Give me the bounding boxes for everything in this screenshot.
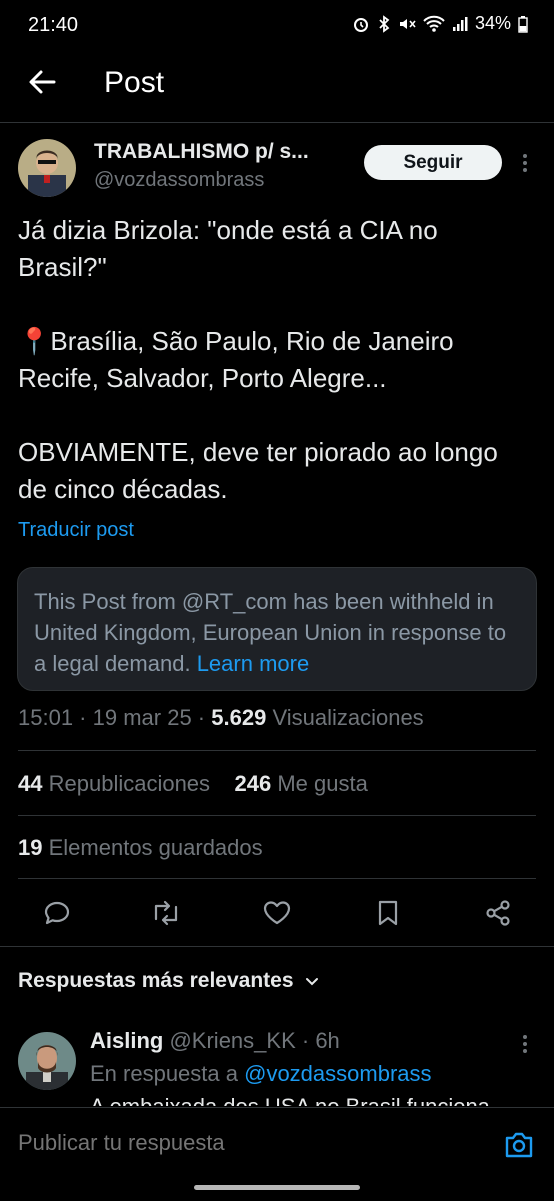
heart-icon — [263, 901, 291, 925]
bookmarks-stat[interactable]: 19 Elementos guardados — [18, 835, 263, 861]
bookmark-icon — [378, 900, 398, 926]
avatar-portrait-icon — [18, 139, 76, 197]
reply-author-line: Aisling @Kriens_KK · 6h — [90, 1028, 340, 1053]
like-button[interactable] — [257, 893, 297, 933]
camera-icon — [505, 1132, 533, 1158]
status-bar: 21:40 34% — [0, 0, 554, 52]
reply-text-clip: A embaixada dos USA no Brasil funciona — [90, 1094, 530, 1106]
reply-avatar[interactable] — [18, 1032, 76, 1090]
bookmarks-count: 19 — [18, 835, 43, 860]
share-icon — [486, 900, 510, 926]
post-metadata: 15:01 · 19 mar 25 · 5.629 Visualizacione… — [18, 705, 424, 730]
views-count: 5.629 — [211, 705, 267, 730]
author-name[interactable]: TRABALHISMO p/ s... — [94, 140, 309, 164]
reply-age: 6h — [315, 1028, 340, 1053]
replies-sort-label: Respuestas más relevantes — [18, 969, 294, 992]
in-reply-to-line: En respuesta a @vozdassombrass — [90, 1061, 432, 1087]
share-button[interactable] — [478, 893, 518, 933]
author-handle[interactable]: @vozdassombrass — [94, 169, 264, 192]
mute-icon — [399, 18, 416, 29]
dot-icon — [523, 1042, 527, 1046]
bookmark-button[interactable] — [368, 893, 408, 933]
bluetooth-icon — [379, 14, 390, 33]
camera-button[interactable] — [503, 1130, 535, 1160]
status-icons: 34% — [352, 13, 528, 34]
follow-button[interactable]: Seguir — [364, 145, 502, 180]
withheld-notice-text: This Post from @RT_com has been withheld… — [34, 586, 522, 679]
back-button[interactable] — [24, 64, 60, 100]
reply-button[interactable] — [37, 893, 77, 933]
divider — [18, 750, 536, 751]
dot-icon — [523, 154, 527, 158]
alarm-icon — [353, 17, 368, 32]
in-reply-mention[interactable]: @vozdassombrass — [244, 1061, 431, 1086]
withheld-notice: This Post from @RT_com has been withheld… — [17, 567, 537, 691]
divider — [18, 878, 536, 879]
reply-input[interactable] — [18, 1130, 478, 1156]
comment-icon — [44, 901, 70, 925]
arrow-left-icon — [29, 70, 56, 94]
in-reply-prefix: En respuesta a — [90, 1061, 238, 1086]
likes-label: Me gusta — [277, 771, 368, 796]
home-indicator[interactable] — [194, 1185, 360, 1190]
repost-icon — [154, 900, 178, 926]
translate-post-link[interactable]: Traducir post — [18, 519, 134, 542]
more-options-button[interactable] — [516, 151, 534, 175]
dot-icon — [523, 1035, 527, 1039]
post-time: 15:01 — [18, 705, 74, 730]
reposts-stat[interactable]: 44 Republicaciones — [18, 771, 210, 796]
header-divider — [0, 122, 554, 123]
author-avatar[interactable] — [18, 139, 76, 197]
likes-stat[interactable]: 246 Me gusta — [235, 771, 368, 796]
reply-author-handle[interactable]: @Kriens_KK — [169, 1028, 295, 1053]
avatar-portrait-icon — [18, 1032, 76, 1090]
reply-text: A embaixada dos USA no Brasil funciona — [90, 1094, 530, 1106]
dot-icon — [523, 168, 527, 172]
page-title: Post — [104, 66, 165, 99]
dot-icon — [523, 1049, 527, 1053]
replies-sort-dropdown[interactable]: Respuestas más relevantes — [18, 969, 320, 993]
repost-button[interactable] — [146, 893, 186, 933]
post-text: Já dizia Brizola: "onde está a CIA no Br… — [18, 215, 498, 504]
dot-icon — [523, 161, 527, 165]
views-label: Visualizaciones — [272, 705, 424, 730]
signal-icon — [452, 16, 468, 31]
likes-count: 246 — [234, 771, 272, 796]
post-date: 19 mar 25 — [92, 705, 192, 730]
bookmarks-label: Elementos guardados — [48, 835, 263, 860]
engagement-stats: 44 Republicaciones 246 Me gusta — [18, 771, 368, 797]
learn-more-link[interactable]: Learn more — [197, 651, 310, 676]
reply-more-options-button[interactable] — [516, 1032, 534, 1056]
chevron-down-icon — [305, 978, 318, 986]
reposts-count: 44 — [18, 771, 43, 796]
status-time: 21:40 — [28, 14, 79, 36]
wifi-icon — [423, 15, 445, 32]
battery-percent: 34% — [474, 13, 511, 33]
reposts-label: Republicaciones — [48, 771, 211, 796]
divider — [18, 815, 536, 816]
battery-icon — [518, 15, 528, 33]
reply-author-name[interactable]: Aisling — [90, 1028, 163, 1053]
divider — [0, 946, 554, 947]
